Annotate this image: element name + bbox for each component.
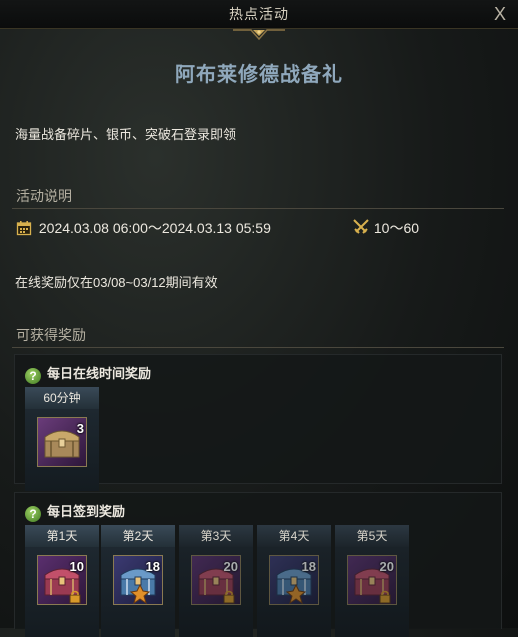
reward-item[interactable]: 20 [191, 555, 241, 605]
reward-column-day2: 第2天 18 [101, 525, 175, 637]
event-title: 阿布莱修德战备礼 [175, 64, 343, 86]
section-heading-description: 活动说明 [12, 186, 504, 209]
reward-count: 18 [301, 559, 316, 574]
reward-column-label: 第3天 [179, 525, 253, 547]
calendar-icon [16, 221, 32, 236]
level-range: 10～60 [373, 220, 420, 236]
reward-count: 10 [69, 559, 84, 574]
reward-item[interactable]: 3 [37, 417, 87, 467]
checkin-reward-title: 每日签到奖励 [47, 504, 126, 519]
reward-count: 20 [379, 559, 394, 574]
online-reward-panel: ? 每日在线时间奖励 60分钟 3 [14, 354, 502, 491]
reward-column-label: 第5天 [335, 525, 409, 547]
emblem-badge-icon [130, 584, 150, 604]
reward-item[interactable]: 18 [113, 555, 163, 605]
question-icon[interactable]: ? [25, 368, 41, 384]
reward-column-label: 第2天 [101, 525, 175, 547]
lock-badge-icon [379, 590, 391, 604]
online-reward-note: 在线奖励仅在03/08~03/12期间有效 [15, 275, 218, 290]
reward-count: 20 [223, 559, 238, 574]
event-date-range: 2024.03.08 06:00～2024.03.13 05:59 [38, 220, 271, 236]
reward-column-label: 第4天 [257, 525, 331, 547]
date-row: 2024.03.08 06:00～2024.03.13 05:59 [16, 218, 271, 238]
reward-item[interactable]: 20 [347, 555, 397, 605]
reward-column-label: 60分钟 [25, 387, 99, 409]
title-ornament-icon [233, 29, 285, 41]
reward-column-60min: 60分钟 3 [25, 387, 99, 491]
window-titlebar: 热点活动 X [0, 0, 518, 29]
event-summary: 海量战备碎片、银币、突破石登录即领 [15, 127, 237, 142]
lock-badge-icon [69, 590, 81, 604]
checkin-reward-panel: ? 每日签到奖励 第1天 10 第2天 18 第3天 20 第4天 18 第5天… [14, 492, 502, 637]
reward-count: 18 [145, 559, 160, 574]
emblem-badge-icon [286, 584, 306, 604]
reward-column-day5: 第5天 20 [335, 525, 409, 637]
level-row: 10～60 [352, 218, 419, 238]
online-reward-heading: ? 每日在线时间奖励 [25, 363, 151, 384]
reward-column-day1: 第1天 10 [25, 525, 99, 637]
window-title: 热点活动 [229, 6, 289, 22]
close-button[interactable]: X [490, 3, 510, 25]
reward-count: 3 [76, 421, 84, 436]
reward-column-day4: 第4天 18 [257, 525, 331, 637]
question-icon[interactable]: ? [25, 506, 41, 522]
lock-badge-icon [223, 590, 235, 604]
reward-item[interactable]: 10 [37, 555, 87, 605]
reward-column-label: 第1天 [25, 525, 99, 547]
checkin-reward-heading: ? 每日签到奖励 [25, 501, 125, 522]
reward-column-day3: 第3天 20 [179, 525, 253, 637]
reward-item[interactable]: 18 [269, 555, 319, 605]
crossed-swords-icon [353, 219, 369, 234]
online-reward-title: 每日在线时间奖励 [47, 366, 152, 381]
section-heading-rewards: 可获得奖励 [12, 325, 504, 348]
